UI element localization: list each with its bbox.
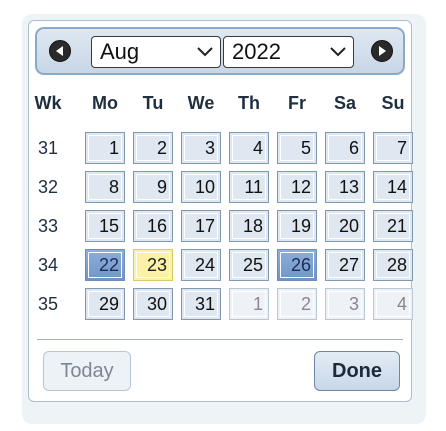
day-number: 26 [290,255,311,275]
day-number: 9 [156,177,167,197]
day-cell[interactable]: 6 [325,132,365,164]
day-number: 1 [252,294,263,314]
day-number: 18 [242,216,263,236]
weekday-header: Tu [142,93,164,113]
day-cell[interactable]: 16 [133,210,173,242]
day-cell[interactable]: 24 [181,249,221,281]
day-number: 23 [146,255,167,275]
week-number: 31 [37,138,59,158]
day-number: 1 [108,138,119,158]
day-cell[interactable]: 15 [85,210,125,242]
day-number: 7 [396,138,407,158]
day-number: 6 [348,138,359,158]
day-cell[interactable]: 1 [85,132,125,164]
day-number: 13 [338,177,359,197]
day-cell[interactable]: 29 [85,288,125,320]
day-number: 22 [98,255,119,275]
weekday-header: We [187,93,215,113]
week-number: 32 [37,177,59,197]
day-number: 8 [108,177,119,197]
day-number: 15 [98,216,119,236]
day-cell[interactable]: 28 [373,249,413,281]
month-select-value: Aug [100,39,140,64]
day-cell[interactable]: 11 [229,171,269,203]
day-cell[interactable]: 5 [277,132,317,164]
day-cell-other-month[interactable]: 3 [325,288,365,320]
day-number: 19 [290,216,311,236]
day-cell[interactable]: 12 [277,171,317,203]
day-number: 2 [156,138,167,158]
day-number: 24 [194,255,215,275]
day-cell-selected[interactable]: 26 [277,249,317,281]
triangle-left-icon [56,46,63,56]
chevron-down-icon [197,47,213,57]
day-cell[interactable]: 8 [85,171,125,203]
day-number: 14 [386,177,407,197]
footer-divider [37,339,403,340]
weekday-header: Th [238,93,260,113]
day-cell[interactable]: 31 [181,288,221,320]
month-year-header: Aug 2022 [35,27,405,75]
day-cell[interactable]: 2 [133,132,173,164]
week-number: 33 [37,216,59,236]
day-cell[interactable]: 13 [325,171,365,203]
day-cell[interactable]: 3 [181,132,221,164]
day-cell[interactable]: 14 [373,171,413,203]
next-month-button[interactable] [371,40,393,62]
day-number: 5 [300,138,311,158]
day-cell[interactable]: 21 [373,210,413,242]
weekday-header: Sa [333,93,357,113]
day-cell[interactable]: 7 [373,132,413,164]
day-number: 31 [194,294,215,314]
day-cell-other-month[interactable]: 4 [373,288,413,320]
day-number: 27 [338,255,359,275]
day-cell-today[interactable]: 23 [133,249,173,281]
week-number-header: Wk [34,93,62,113]
weekday-header: Mo [92,93,118,113]
day-cell[interactable]: 25 [229,249,269,281]
day-number: 2 [300,294,311,314]
day-number: 3 [204,138,215,158]
day-number: 4 [252,138,263,158]
done-button[interactable]: Done [314,351,400,391]
day-number: 20 [338,216,359,236]
day-number: 16 [146,216,167,236]
month-select[interactable]: Aug [91,36,221,68]
triangle-right-icon [379,46,386,56]
week-number: 35 [37,294,59,314]
day-cell[interactable]: 4 [229,132,269,164]
day-cell-other-month[interactable]: 2 [277,288,317,320]
day-cell-other-month[interactable]: 1 [229,288,269,320]
week-number: 34 [37,255,59,275]
day-number: 29 [98,294,119,314]
day-cell[interactable]: 17 [181,210,221,242]
day-number: 28 [386,255,407,275]
day-number: 4 [396,294,407,314]
date-picker: Aug 2022 Wk Mo Tu We Th Fr Sa Su 31 1 2 3 4 5 6 7 32 8 9 1… [28,20,413,402]
year-select-value: 2022 [232,39,281,64]
today-button[interactable]: Today [43,351,131,391]
day-number: 3 [348,294,359,314]
chevron-down-icon [330,47,346,57]
weekday-header: Su [381,93,405,113]
day-number: 17 [194,216,215,236]
day-number: 21 [386,216,407,236]
day-cell[interactable]: 19 [277,210,317,242]
day-cell[interactable]: 18 [229,210,269,242]
prev-month-button[interactable] [49,40,71,62]
day-cell-selected[interactable]: 22 [85,249,125,281]
day-number: 11 [244,177,263,197]
day-cell[interactable]: 30 [133,288,173,320]
day-number: 30 [146,294,167,314]
day-cell[interactable]: 20 [325,210,365,242]
weekday-header: Fr [288,93,306,113]
day-cell[interactable]: 9 [133,171,173,203]
day-number: 25 [242,255,263,275]
year-select[interactable]: 2022 [223,36,354,68]
day-number: 12 [290,177,311,197]
day-number: 10 [194,177,215,197]
day-cell[interactable]: 10 [181,171,221,203]
day-cell[interactable]: 27 [325,249,365,281]
